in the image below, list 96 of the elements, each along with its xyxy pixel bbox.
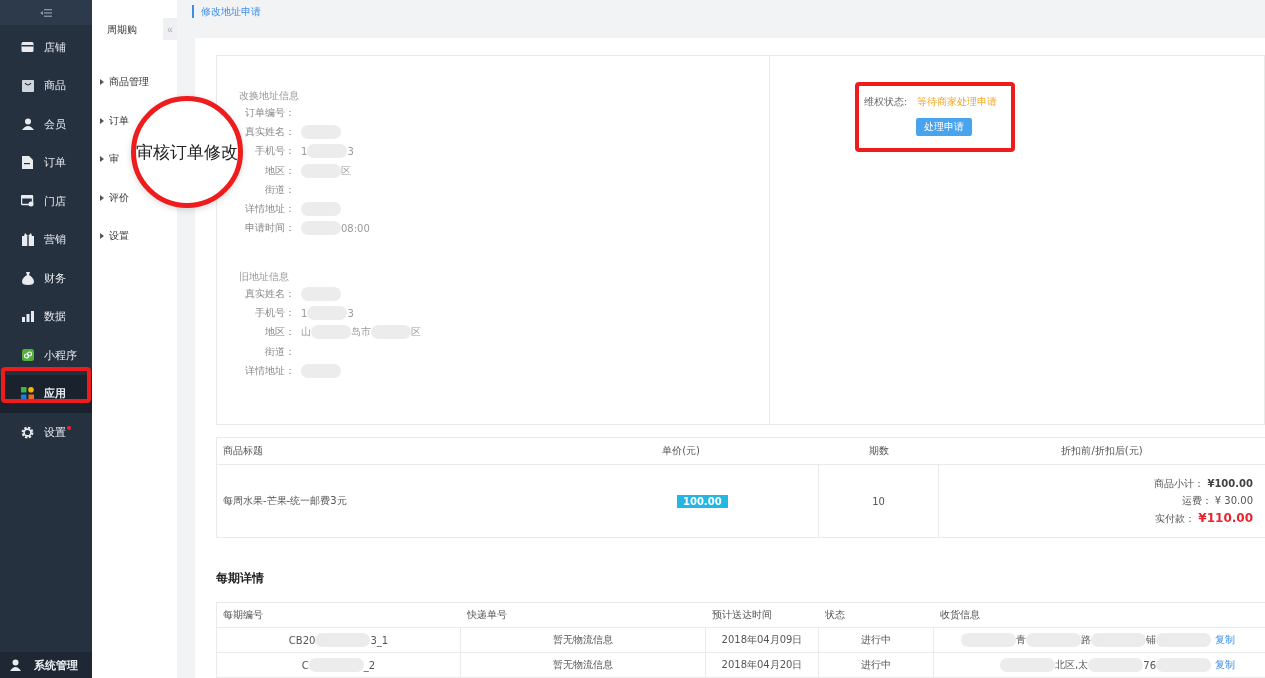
- bag-icon: [21, 79, 34, 92]
- field-label: 详情地址：: [244, 202, 295, 217]
- sidebar-item[interactable]: 店铺: [0, 28, 92, 67]
- submenu-item[interactable]: 设置: [100, 229, 129, 243]
- caret-icon: [100, 233, 104, 239]
- value-text: 岛市: [351, 325, 371, 340]
- column-header: 期数: [868, 444, 890, 458]
- copy-link[interactable]: 复制: [1215, 658, 1235, 672]
- sidebar-item[interactable]: 订单: [0, 143, 92, 182]
- field-label: 真实姓名：: [244, 124, 295, 139]
- settings-icon: [21, 425, 34, 439]
- section-heading: 旧地址信息: [239, 270, 289, 285]
- value-text: 青: [1016, 633, 1026, 647]
- column-header: 预计送达时间: [711, 608, 773, 622]
- summary-value: ¥100.00: [1207, 477, 1253, 489]
- summary-label: 商品小计：: [1154, 476, 1205, 491]
- field-label: 真实姓名：: [244, 286, 295, 301]
- column-header: 单价(元): [661, 444, 701, 458]
- value-text: 1: [301, 307, 308, 319]
- column-header: 快递单号: [466, 608, 508, 622]
- value-text: 区: [341, 163, 351, 178]
- caret-icon: [100, 79, 104, 85]
- copy-link[interactable]: 复制: [1215, 633, 1235, 647]
- submenu-item[interactable]: 订单: [100, 113, 129, 128]
- section-heading: 每期详情: [216, 570, 264, 587]
- system-admin-item[interactable]: 系统管理: [0, 652, 92, 678]
- section-title: 周期购: [107, 23, 137, 37]
- miniapp-icon: [21, 349, 34, 362]
- table-cell: 暂无物流信息: [553, 633, 613, 647]
- column-header: 折扣前/折扣后(元): [1060, 444, 1144, 458]
- value-text: C: [301, 659, 309, 671]
- field-label: 手机号：: [254, 306, 295, 320]
- value-text: 铺: [1146, 633, 1156, 647]
- table-cell: 暂无物流信息: [553, 658, 613, 672]
- sidebar-item[interactable]: 营销: [0, 220, 92, 259]
- field-label: 手机号：: [254, 144, 295, 159]
- column-header: 商品标题: [222, 444, 264, 458]
- table-cell: 进行中: [861, 658, 891, 672]
- sidebar-item[interactable]: 设置: [0, 413, 92, 452]
- summary-value: ¥ 30.00: [1214, 494, 1253, 506]
- field-label: 订单编号：: [244, 105, 295, 120]
- chart-icon: [21, 311, 34, 323]
- value-text: 3_1: [370, 634, 389, 646]
- shop-icon: [21, 195, 34, 208]
- breadcrumb: 修改地址申请: [192, 5, 261, 18]
- table-cell: 每周水果-芒果-统一邮费3元: [223, 494, 347, 508]
- caret-icon: [100, 117, 104, 124]
- submenu-item[interactable]: 审: [100, 152, 119, 166]
- user-icon: [10, 659, 22, 671]
- column-header: 每期编号: [222, 608, 264, 622]
- summary-label: 运费：: [1181, 493, 1212, 508]
- field-label: 详情地址：: [244, 363, 295, 378]
- table-cell: 10: [872, 495, 885, 507]
- value-text: 路: [1081, 633, 1091, 647]
- sidebar-item[interactable]: 商品: [0, 66, 92, 105]
- value-text: 北区,太: [1055, 658, 1089, 672]
- value-text: 区: [411, 325, 421, 340]
- value-text: 3: [347, 307, 354, 319]
- column-header: 收货信息: [939, 608, 981, 622]
- column-header: 状态: [824, 608, 846, 622]
- sidebar-item[interactable]: 会员: [0, 105, 92, 144]
- sidebar-item[interactable]: 门店: [0, 182, 92, 221]
- value-text: 76: [1143, 659, 1156, 671]
- money-bag-icon: [21, 271, 34, 285]
- caret-icon: [100, 194, 104, 201]
- submenu-item[interactable]: 评价: [100, 190, 129, 205]
- value-text: 08:00: [341, 222, 370, 234]
- table-cell: 进行中: [861, 633, 891, 647]
- field-label: 街道：: [264, 182, 295, 197]
- field-label: 街道：: [264, 344, 295, 359]
- field-label: 申请时间：: [244, 221, 295, 236]
- value-text: CB20: [288, 634, 316, 646]
- value-text: 山: [301, 325, 311, 340]
- menu-collapse-icon[interactable]: [40, 8, 52, 17]
- value-text: _2: [363, 659, 376, 671]
- summary-label: 实付款：: [1155, 511, 1196, 526]
- table-cell: 2018年04月09日: [721, 633, 803, 647]
- value-text: 1: [301, 145, 308, 157]
- submenu-item[interactable]: 商品管理: [100, 75, 149, 89]
- caret-icon: [100, 156, 104, 162]
- total-value: ¥110.00: [1198, 510, 1253, 525]
- table-cell: 2018年04月20日: [721, 658, 803, 672]
- apps-icon: [21, 387, 34, 401]
- status-label: 维权状态:: [864, 96, 908, 109]
- store-icon: [21, 41, 34, 54]
- price-badge: 100.00: [677, 494, 728, 508]
- sidebar-item[interactable]: 数据: [0, 297, 92, 336]
- document-icon: [22, 156, 33, 170]
- value-text: 3: [347, 145, 354, 157]
- field-label: 地区：: [264, 325, 295, 340]
- status-value: 等待商家处理申请: [917, 96, 998, 109]
- sidebar-item[interactable]: 财务: [0, 259, 92, 298]
- user-icon: [21, 118, 34, 131]
- gift-icon: [21, 233, 34, 247]
- sidebar-item[interactable]: 小程序: [0, 336, 92, 375]
- field-label: 地区：: [264, 163, 295, 178]
